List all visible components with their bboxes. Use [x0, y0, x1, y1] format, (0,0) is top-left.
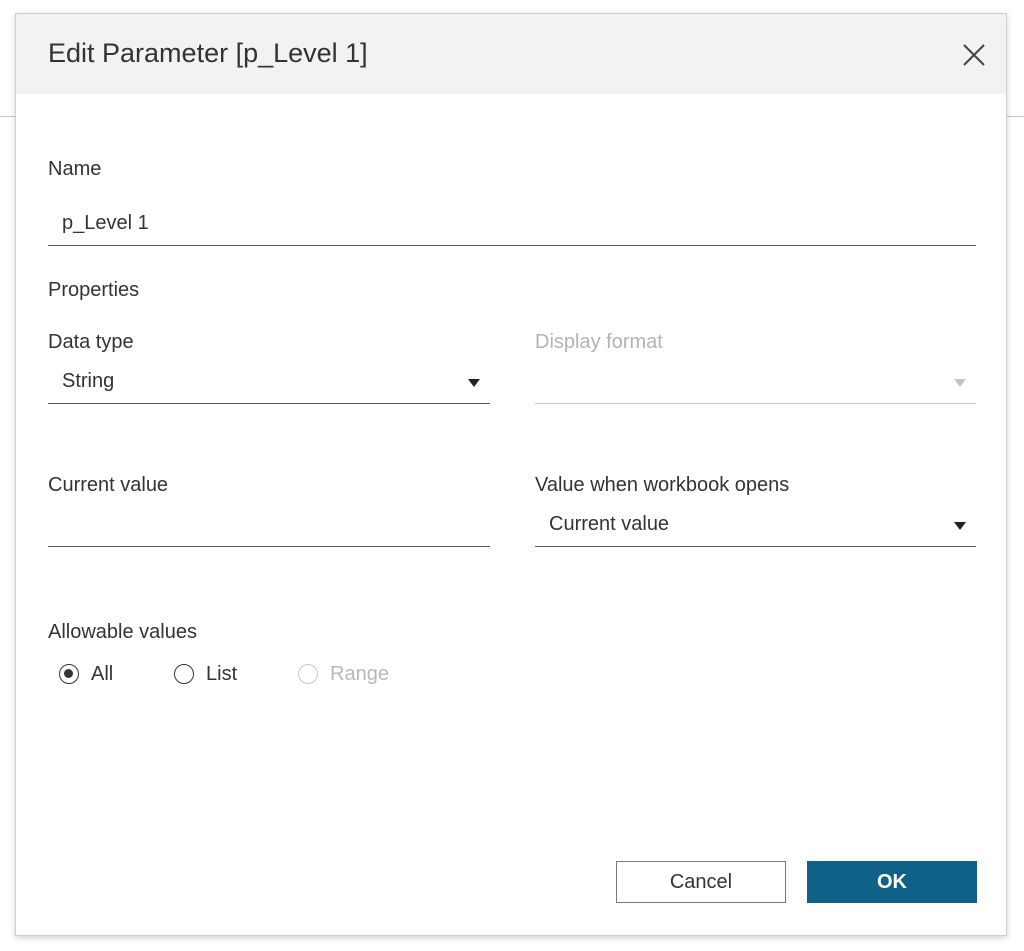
radio-selected-icon — [59, 664, 79, 684]
value-when-opens-select[interactable]: Current value — [535, 507, 976, 547]
value-when-opens-value: Current value — [549, 513, 670, 535]
dialog-title: Edit Parameter [p_Level 1] — [48, 38, 368, 68]
radio-unselected-icon — [174, 664, 194, 684]
chevron-down-icon — [468, 379, 480, 387]
radio-all-label: All — [91, 662, 114, 685]
radio-all[interactable]: All — [59, 659, 113, 689]
name-input-value: p_Level 1 — [62, 212, 149, 234]
dialog-title-bar: Edit Parameter [p_Level 1] — [16, 14, 1006, 94]
data-type-label: Data type — [48, 331, 134, 353]
display-format-select — [535, 364, 976, 404]
backdrop-divider-left — [0, 116, 16, 117]
ok-button[interactable]: OK — [807, 861, 977, 903]
chevron-down-icon — [954, 379, 966, 387]
edit-parameter-dialog: Edit Parameter [p_Level 1] Name p_Level … — [15, 13, 1007, 936]
radio-list[interactable]: List — [174, 659, 237, 689]
properties-heading: Properties — [48, 279, 140, 301]
close-button[interactable] — [960, 41, 988, 69]
radio-disabled-icon — [298, 664, 318, 684]
data-type-value: String — [62, 370, 115, 392]
name-input[interactable]: p_Level 1 — [48, 206, 976, 246]
radio-list-label: List — [206, 662, 238, 685]
chevron-down-icon — [954, 522, 966, 530]
allowable-values-label: Allowable values — [48, 621, 197, 643]
current-value-label: Current value — [48, 474, 169, 496]
cancel-button[interactable]: Cancel — [616, 861, 786, 903]
radio-range-label: Range — [330, 662, 389, 685]
close-icon — [963, 44, 985, 66]
data-type-select[interactable]: String — [48, 364, 490, 404]
display-format-label: Display format — [535, 331, 663, 353]
backdrop-divider-right — [1006, 116, 1024, 117]
radio-range: Range — [298, 659, 389, 689]
name-label: Name — [48, 158, 102, 180]
current-value-input[interactable] — [48, 507, 490, 547]
value-when-opens-label: Value when workbook opens — [535, 474, 790, 496]
